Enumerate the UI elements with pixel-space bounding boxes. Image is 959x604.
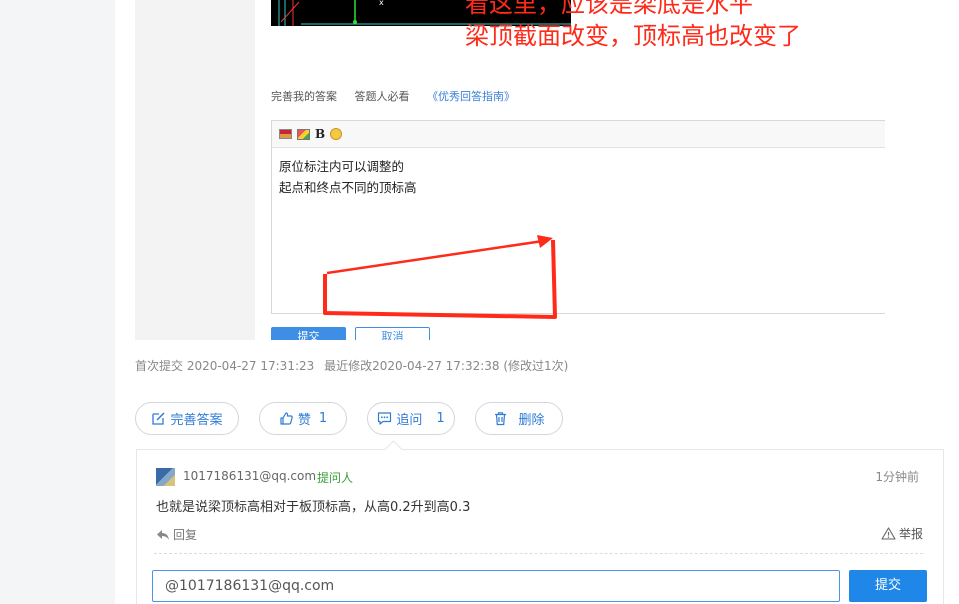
comment-divider bbox=[154, 553, 923, 554]
complete-answer-button[interactable]: 完善答案 bbox=[135, 402, 239, 435]
red-arrow-annotation bbox=[323, 235, 557, 319]
last-modified-time: 最近修改2020-04-27 17:32:38 (修改过1次) bbox=[324, 359, 569, 373]
report-link[interactable]: 举报 bbox=[881, 525, 923, 542]
reply-link[interactable]: 回复 bbox=[156, 526, 197, 543]
follow-up-button[interactable]: 追问 1 bbox=[367, 402, 455, 435]
screenshot-cancel-button: 取消 bbox=[355, 327, 430, 340]
reply-input[interactable] bbox=[152, 570, 840, 602]
reply-submit-button[interactable]: 提交 bbox=[849, 570, 927, 602]
follow-up-label: 追问 bbox=[396, 413, 423, 428]
screenshot-submit-button: 提交 bbox=[271, 327, 346, 340]
answer-screenshot-image: x 看这里，应该是梁底是水平 梁顶截面改变，顶标高也改变了 完善我的答案 答题人… bbox=[135, 0, 885, 340]
answer-meta: 首次提交 2020-04-27 17:31:23 最近修改2020-04-27 … bbox=[135, 357, 574, 374]
like-count: 1 bbox=[318, 411, 328, 426]
like-label: 赞 bbox=[297, 413, 311, 428]
comment-thread: 1017186131@qq.com 提问人 1分钟前 也就是说梁顶标高相对于板顶… bbox=[136, 449, 944, 604]
comment-time: 1分钟前 bbox=[875, 470, 919, 484]
comment-username[interactable]: 1017186131@qq.com bbox=[183, 469, 316, 483]
thumbs-up-icon bbox=[280, 412, 293, 425]
delete-button[interactable]: 删除 bbox=[475, 402, 563, 435]
comment-text: 也就是说梁顶标高相对于板顶标高，从高0.2升到高0.3 bbox=[156, 500, 471, 515]
avatar[interactable] bbox=[156, 468, 175, 486]
first-submit-time: 首次提交 2020-04-27 17:31:23 bbox=[135, 359, 315, 373]
report-label: 举报 bbox=[898, 527, 923, 541]
delete-label: 删除 bbox=[518, 413, 545, 428]
complete-answer-label: 完善答案 bbox=[170, 413, 223, 428]
chat-bubble-icon bbox=[378, 412, 392, 425]
trash-icon bbox=[495, 412, 507, 426]
warning-icon bbox=[881, 527, 896, 540]
edit-icon bbox=[152, 412, 166, 425]
follow-up-count: 1 bbox=[436, 411, 445, 426]
reply-label: 回复 bbox=[173, 528, 198, 542]
reply-arrow-icon bbox=[157, 529, 169, 540]
like-button[interactable]: 赞 1 bbox=[259, 402, 347, 435]
asker-role-badge: 提问人 bbox=[317, 471, 354, 485]
